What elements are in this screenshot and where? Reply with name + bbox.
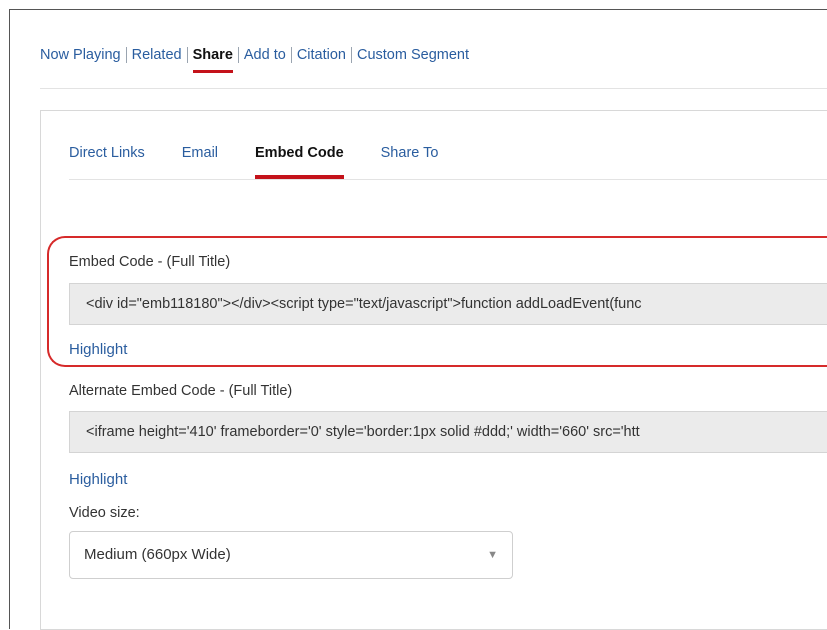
tab-now-playing[interactable]: Now Playing xyxy=(40,47,126,63)
top-tab-bar: Now Playing Related Share Add to Citatio… xyxy=(40,47,474,73)
subtab-share-to[interactable]: Share To xyxy=(381,145,439,161)
subtab-direct-links[interactable]: Direct Links xyxy=(69,145,145,161)
embed-code-label: Embed Code - (Full Title) xyxy=(69,254,231,270)
subtab-embed-code[interactable]: Embed Code xyxy=(255,145,344,179)
alt-embed-code-highlight-link[interactable]: Highlight xyxy=(69,471,127,488)
sub-tab-divider xyxy=(69,179,827,180)
share-panel: Direct Links Email Embed Code Share To E… xyxy=(40,110,827,630)
tab-share[interactable]: Share xyxy=(186,47,238,73)
tab-citation[interactable]: Citation xyxy=(290,47,351,63)
embed-code-highlight-link[interactable]: Highlight xyxy=(69,341,127,358)
embed-code-field[interactable]: <div id="emb118180"></div><script type="… xyxy=(69,283,827,325)
alt-embed-code-field[interactable]: <iframe height='410' frameborder='0' sty… xyxy=(69,411,827,453)
tab-related[interactable]: Related xyxy=(125,47,187,63)
chevron-down-icon: ▼ xyxy=(487,549,498,561)
alt-embed-code-label: Alternate Embed Code - (Full Title) xyxy=(69,383,293,399)
tab-add-to[interactable]: Add to xyxy=(237,47,291,63)
video-size-selected-value: Medium (660px Wide) xyxy=(84,546,231,563)
top-tab-divider xyxy=(40,88,827,89)
share-sub-tab-bar: Direct Links Email Embed Code Share To xyxy=(69,145,475,179)
video-size-label: Video size: xyxy=(69,505,140,521)
subtab-email[interactable]: Email xyxy=(182,145,218,161)
video-size-select[interactable]: Medium (660px Wide) ▼ xyxy=(69,531,513,579)
tab-custom-segment[interactable]: Custom Segment xyxy=(350,47,474,63)
